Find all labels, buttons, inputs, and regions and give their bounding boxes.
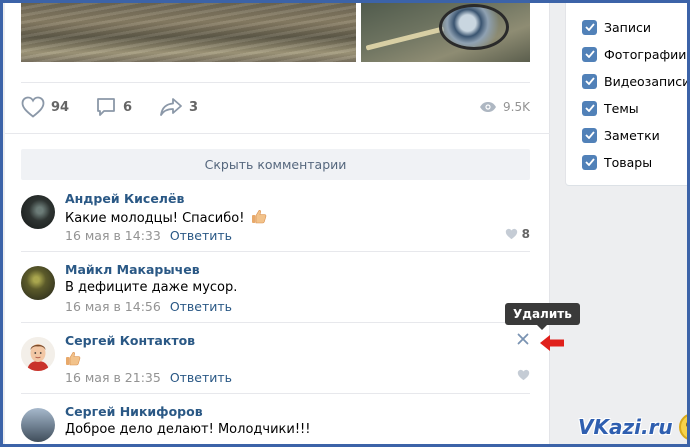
post-photo-trash[interactable] <box>361 0 530 62</box>
close-icon <box>517 333 529 345</box>
filter-label: Заметки <box>604 127 660 143</box>
share-icon <box>160 98 182 116</box>
views-counter: 9.5K <box>479 94 530 120</box>
filter-label: Записи <box>604 19 651 35</box>
avatar[interactable] <box>21 408 55 442</box>
reply-link[interactable]: Ответить <box>170 228 232 243</box>
filter-label: Видеозаписи <box>604 73 690 89</box>
avatar[interactable] <box>21 195 55 229</box>
comment-text: Доброе дело делают! Молодчики!!! <box>65 422 311 437</box>
comment-count: 6 <box>123 99 133 115</box>
filter-item-goods[interactable]: Товары <box>582 153 652 171</box>
post-stats: 94 6 3 9.5K <box>21 94 530 120</box>
reply-link[interactable]: Ответить <box>170 370 232 385</box>
checkbox-icon[interactable] <box>582 154 597 170</box>
delete-tooltip: Удалить <box>505 303 580 330</box>
like-button[interactable]: 94 <box>21 94 69 120</box>
share-button[interactable]: 3 <box>159 94 198 120</box>
comment-icon <box>97 98 115 116</box>
comment-date[interactable]: 16 мая в 21:35 <box>65 370 161 385</box>
comment-like-button[interactable]: 8 <box>505 227 530 241</box>
heart-icon <box>517 369 530 381</box>
divider <box>21 393 530 394</box>
comment-text: В дефиците даже мусор. <box>65 280 238 295</box>
eye-icon <box>480 102 497 112</box>
checkbox-icon[interactable] <box>582 19 597 35</box>
smiley-icon <box>678 413 690 441</box>
filter-item-posts[interactable]: Записи <box>582 18 651 36</box>
comment-text: Какие молодцы! Спасибо! <box>65 209 267 226</box>
heart-icon <box>505 228 517 240</box>
divider <box>5 133 550 134</box>
filter-panel: Записи Фотографии Видеозаписи Темы Замет… <box>565 0 690 186</box>
divider <box>21 82 530 83</box>
comment-author[interactable]: Андрей Киселёв <box>65 191 184 206</box>
post-card: 94 6 3 9.5K Скрыть комментарии Андрей Ки… <box>5 0 550 447</box>
checkbox-icon[interactable] <box>582 100 597 116</box>
post-photo-water[interactable] <box>21 0 356 62</box>
checkbox-icon[interactable] <box>582 73 597 89</box>
divider <box>21 322 530 323</box>
checkbox-icon[interactable] <box>582 46 597 62</box>
watermark-text: VKazi.ru <box>578 415 673 439</box>
comment-like-count: 8 <box>521 227 530 241</box>
filter-item-topics[interactable]: Темы <box>582 99 639 117</box>
thumbs-up-icon <box>66 352 81 366</box>
comment-date[interactable]: 16 мая в 14:56 <box>65 299 161 314</box>
comment-meta: 16 мая в 14:56 Ответить <box>65 299 232 314</box>
filter-label: Темы <box>604 100 639 116</box>
checkbox-icon[interactable] <box>582 127 597 143</box>
thumbs-up-icon <box>251 210 266 224</box>
filter-label: Товары <box>604 154 653 170</box>
filter-item-videos[interactable]: Видеозаписи <box>582 72 690 90</box>
avatar[interactable] <box>21 337 55 371</box>
avatar-face <box>21 337 55 371</box>
views-count: 9.5K <box>503 100 530 114</box>
comment-date[interactable]: 16 мая в 14:33 <box>65 228 161 243</box>
red-arrow-icon <box>540 335 564 351</box>
comment-text-content: Какие молодцы! Спасибо! <box>65 211 245 226</box>
share-count: 3 <box>189 99 199 115</box>
comment-like-button[interactable] <box>517 369 530 381</box>
comment-author[interactable]: Сергей Никифоров <box>65 404 203 419</box>
filter-label: Фотографии <box>604 46 687 62</box>
watermark: VKazi.ru <box>578 413 690 441</box>
heart-icon <box>21 96 45 118</box>
like-count: 94 <box>51 99 70 115</box>
photo-detail <box>365 26 445 51</box>
photo-detail <box>439 4 509 50</box>
filter-item-notes[interactable]: Заметки <box>582 126 660 144</box>
comment-text <box>65 351 81 368</box>
reply-link[interactable]: Ответить <box>170 299 232 314</box>
filter-item-photos[interactable]: Фотографии <box>582 45 686 63</box>
hide-comments-button[interactable]: Скрыть комментарии <box>21 149 530 180</box>
avatar[interactable] <box>21 266 55 300</box>
comment-author[interactable]: Майкл Макарычев <box>65 262 200 277</box>
delete-comment-button[interactable] <box>516 333 530 347</box>
comment-author[interactable]: Сергей Контактов <box>65 333 195 348</box>
divider <box>21 251 530 252</box>
comments-button[interactable]: 6 <box>95 94 132 120</box>
comment-meta: 16 мая в 14:33 Ответить <box>65 228 232 243</box>
comment-meta: 16 мая в 21:35 Ответить <box>65 370 232 385</box>
